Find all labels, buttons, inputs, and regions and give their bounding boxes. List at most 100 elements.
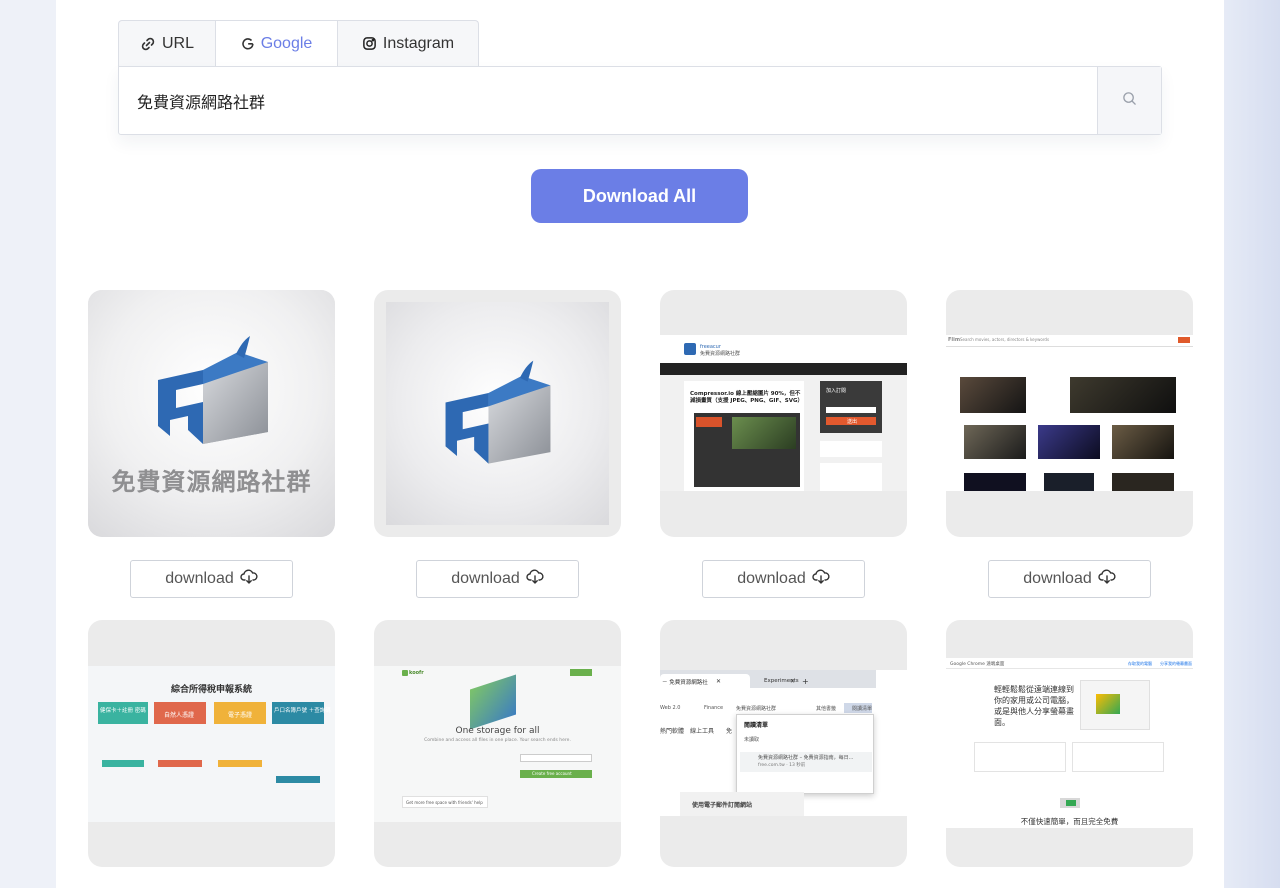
tax-btn	[158, 760, 202, 767]
blog-nav-bar	[660, 363, 907, 375]
koofr-brand: koofr	[409, 670, 424, 676]
chrome-reading-list-screenshot: － 免費資源網路社 ✕ Experiments ✕ + Web 2.0 Fina…	[660, 670, 907, 816]
crd-link-1: 存取我的電腦	[1128, 661, 1152, 666]
free-logo-icon	[445, 360, 551, 464]
download-button-label: download	[1023, 570, 1092, 587]
movie-thumb	[1038, 425, 1100, 459]
site-nav-2: 線上工具	[690, 728, 715, 735]
bookmark-3: 免費資源網路社群	[736, 706, 777, 712]
download-all-button[interactable]: Download All	[531, 169, 748, 223]
instagram-icon	[362, 36, 377, 51]
close-icon: ✕	[790, 678, 796, 685]
download-button-label: download	[165, 570, 234, 587]
movie-site-login-button	[1178, 337, 1190, 343]
blog-subscribe-input	[826, 407, 876, 413]
search-icon	[1122, 91, 1137, 111]
movie-thumb	[964, 473, 1026, 491]
koofr-headline: One storage for all	[455, 726, 540, 736]
link-icon	[140, 36, 156, 52]
koofr-logo-icon	[402, 670, 408, 676]
blog-headline-2: 減損畫質（支援 JPEG、PNG、GIF、SVG）	[690, 398, 803, 404]
result-image-6[interactable]: koofr One storage for all Combine and ac…	[374, 620, 621, 867]
download-button-label: download	[737, 570, 806, 587]
search-input[interactable]	[119, 67, 1097, 134]
movie-site-search: Search movies, actors, directors & keywo…	[960, 337, 1050, 342]
bookmark-5: 閱讀清單	[852, 706, 873, 712]
blog-subscribe-title: 加入訂閱	[826, 388, 847, 394]
cloud-download-icon	[526, 569, 544, 590]
blog-image-photo	[732, 417, 796, 449]
download-button-2[interactable]: download	[416, 560, 579, 598]
google-icon	[241, 37, 255, 51]
crd-icon-accent	[1066, 800, 1076, 806]
koofr-cta-label: Create free account	[532, 771, 572, 776]
crd-card-1	[974, 742, 1066, 772]
movie-site-divider	[946, 346, 1193, 347]
tab-url[interactable]: URL	[118, 20, 216, 66]
tab-instagram[interactable]: Instagram	[337, 20, 479, 66]
tax-btn	[276, 776, 320, 783]
download-button-label: download	[451, 570, 520, 587]
main-panel: URL Google Instagram 免費資源網路社群 Download A…	[56, 0, 1224, 888]
tax-btn	[218, 760, 262, 767]
download-button-3[interactable]: download	[702, 560, 865, 598]
search-button[interactable]	[1097, 67, 1161, 134]
tax-site-screenshot: 綜合所得稅申報系統 健保卡＋註冊 密碼 自然人憑證 電子憑證 戶口名簿戶號 ＋查…	[88, 666, 335, 822]
blog-site-name: 免費資源網路社群	[700, 351, 741, 357]
tab-google[interactable]: Google	[215, 20, 338, 67]
koofr-email-field	[520, 754, 592, 762]
blog-image-badge	[696, 417, 722, 427]
result-image-1[interactable]: 免費資源網路社群	[88, 290, 335, 537]
crd-bottom-text: 不僅快速簡單，而且完全免費	[1020, 817, 1119, 826]
crd-headline: 輕輕鬆鬆從遠端連線到 你的家用或公司電腦， 或是與他人分享螢幕畫 面。	[994, 685, 1074, 727]
logo-text: 免費資源網路社群	[111, 468, 312, 496]
tab-url-label: URL	[161, 34, 194, 52]
close-icon: ✕	[716, 678, 722, 685]
tab-google-label: Google	[260, 35, 313, 52]
bookmark-1: Web 2.0	[660, 705, 681, 711]
cloud-download-icon	[1098, 569, 1116, 590]
blog-subscribe-btn-label: 送出	[847, 419, 858, 425]
result-image-7[interactable]: － 免費資源網路社 ✕ Experiments ✕ + Web 2.0 Fina…	[660, 620, 907, 867]
crd-link-2: 分享我的螢幕畫面	[1160, 661, 1192, 666]
movie-thumb	[1044, 473, 1094, 491]
cloud-download-icon	[240, 569, 258, 590]
koofr-footer-text: Get more free space with friends' help	[406, 800, 483, 805]
result-image-5[interactable]: 綜合所得稅申報系統 健保卡＋註冊 密碼 自然人憑證 電子憑證 戶口名簿戶號 ＋查…	[88, 620, 335, 867]
reading-list-title: 閱讀清單	[744, 722, 769, 729]
crd-header: Google Chrome 遠端桌面	[950, 662, 1005, 667]
new-tab-icon: +	[802, 677, 809, 686]
movie-thumb	[1112, 425, 1174, 459]
koofr-screenshot: koofr One storage for all Combine and ac…	[374, 666, 621, 822]
chrome-tab-1-label: － 免費資源網路社	[662, 680, 708, 686]
site-nav-3: 免	[726, 728, 733, 735]
tax-btn	[102, 760, 144, 767]
tax-card-3-label: 電子憑證	[228, 712, 253, 719]
download-button-1[interactable]: download	[130, 560, 293, 598]
result-image-2[interactable]	[374, 290, 621, 537]
download-button-4[interactable]: download	[988, 560, 1151, 598]
movie-site-screenshot: Flim Search movies, actors, directors & …	[946, 335, 1193, 491]
blog-screenshot: freeacur 免費資源網路社群 Compressor.io 線上壓縮圖片 9…	[660, 335, 907, 491]
result-image-4[interactable]: Flim Search movies, actors, directors & …	[946, 290, 1193, 537]
page-background-right	[1224, 0, 1280, 888]
blog-logo-icon	[684, 343, 696, 355]
subscribe-footer-label: 使用電子郵件訂閱網站	[692, 802, 753, 809]
reading-list-item-title: 免費資源網路社群 – 免費資源指南，每日...	[758, 755, 854, 761]
crd-card-2	[1072, 742, 1164, 772]
page-background-left	[0, 0, 56, 888]
chrome-remote-desktop-screenshot: Google Chrome 遠端桌面 存取我的電腦 分享我的螢幕畫面 輕輕鬆鬆從…	[946, 658, 1193, 828]
reading-list-subtitle: 未讀取	[744, 737, 760, 743]
result-image-3[interactable]: freeacur 免費資源網路社群 Compressor.io 線上壓縮圖片 9…	[660, 290, 907, 537]
bookmark-4: 其他書籤	[816, 706, 837, 712]
movie-thumb	[1070, 377, 1176, 413]
movie-site-brand: Flim	[948, 337, 961, 343]
tab-instagram-label: Instagram	[382, 34, 455, 52]
free-logo-icon	[158, 336, 268, 444]
koofr-illustration	[470, 674, 516, 730]
search-bar	[118, 66, 1162, 135]
tax-card-2-label: 自然人憑證	[164, 712, 195, 719]
koofr-signup-button	[570, 669, 592, 676]
result-image-8[interactable]: Google Chrome 遠端桌面 存取我的電腦 分享我的螢幕畫面 輕輕鬆鬆從…	[946, 620, 1193, 867]
movie-thumb	[1112, 473, 1174, 491]
